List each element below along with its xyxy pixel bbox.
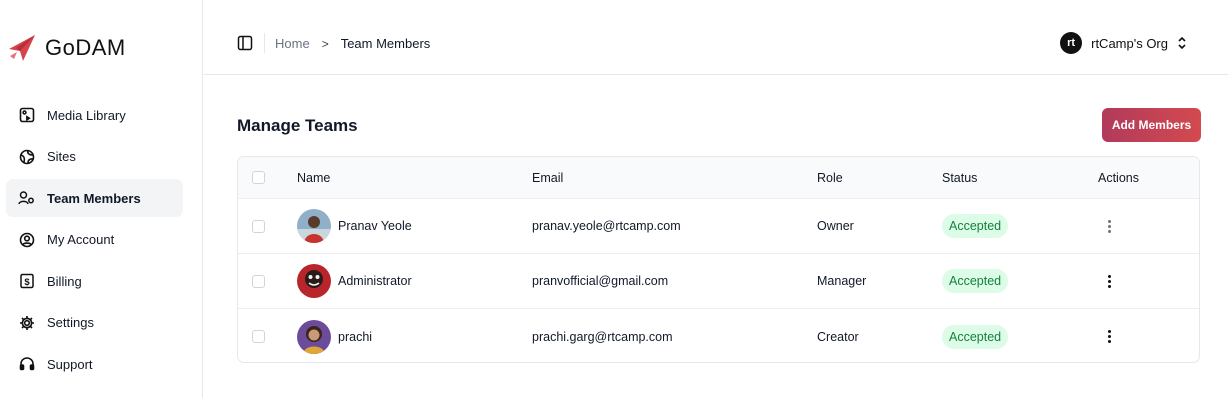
column-header-actions: Actions <box>1098 170 1139 185</box>
sidebar-item-billing[interactable]: $ Billing <box>6 262 183 300</box>
org-avatar: rt <box>1060 32 1083 54</box>
sidebar-item-sites[interactable]: Sites <box>6 138 183 176</box>
brand-logo[interactable]: GoDAM <box>6 32 126 64</box>
sidebar-item-label: Settings <box>47 315 94 330</box>
sidebar-item-my-account[interactable]: My Account <box>6 221 183 259</box>
sidebar-item-support[interactable]: Support <box>6 345 183 383</box>
avatar <box>297 209 331 243</box>
status-badge: Accepted <box>942 324 1009 349</box>
member-role: Creator <box>817 329 859 344</box>
sidebar-item-label: Support <box>47 356 93 372</box>
chevron-up-down-icon <box>1178 36 1186 50</box>
top-bar: Home > Team Members rt rtCamp's Org <box>204 0 1228 75</box>
gear-icon <box>18 314 35 331</box>
sidebar-item-label: Media Library <box>47 107 126 123</box>
table-header: Name Email Role Status Actions <box>238 157 1199 199</box>
member-name: Pranav Yeole <box>338 219 412 233</box>
sidebar-item-label: Team Members <box>47 190 141 206</box>
avatar <box>297 264 331 298</box>
table-row: Administrator pranvofficial@gmail.com Ma… <box>238 254 1199 309</box>
add-members-button[interactable]: Add Members <box>1102 108 1201 142</box>
brand-name: GoDAM <box>45 35 126 60</box>
sidebar-toggle-icon[interactable] <box>237 35 253 51</box>
column-header-email[interactable]: Email <box>532 157 563 198</box>
media-library-icon <box>18 107 35 124</box>
row-checkbox[interactable] <box>252 274 265 288</box>
headset-icon <box>18 356 35 373</box>
sidebar-item-media-library[interactable]: Media Library <box>6 96 183 134</box>
page-title: Manage Teams <box>237 116 358 135</box>
status-badge: Accepted <box>942 214 1009 238</box>
row-checkbox[interactable] <box>252 219 265 233</box>
member-email: pranvofficial@gmail.com <box>532 274 669 288</box>
row-checkbox[interactable] <box>252 330 265 343</box>
users-icon <box>18 190 35 207</box>
org-switcher[interactable]: rt rtCamp's Org <box>1060 32 1188 54</box>
breadcrumb-current: Team Members <box>340 36 431 51</box>
sidebar-item-label: Billing <box>47 273 82 289</box>
globe-icon <box>18 148 35 165</box>
sidebar-item-label: My Account <box>47 232 115 247</box>
table-row: Pranav Yeole pranav.yeole@rtcamp.com Own… <box>238 199 1199 254</box>
breadcrumb-home-link[interactable]: Home <box>275 36 310 51</box>
user-circle-icon <box>18 231 35 248</box>
sidebar-item-label: Sites <box>47 149 76 164</box>
table-row: prachi prachi.garg@rtcamp.com Creator Ac… <box>238 309 1199 362</box>
more-actions-icon[interactable] <box>1102 328 1116 346</box>
column-header-status[interactable]: Status <box>942 157 977 198</box>
member-email: pranav.yeole@rtcamp.com <box>532 219 681 233</box>
dollar-icon: $ <box>18 273 35 290</box>
sidebar-item-settings[interactable]: Settings <box>6 304 183 342</box>
sidebar-item-team-members[interactable]: Team Members <box>6 179 183 217</box>
member-role: Owner <box>817 219 854 233</box>
member-role: Manager <box>817 274 867 288</box>
column-header-role[interactable]: Role <box>817 157 843 198</box>
breadcrumb-separator: > <box>321 36 329 51</box>
more-actions-icon[interactable] <box>1102 272 1116 290</box>
member-name: prachi <box>338 329 373 344</box>
more-actions-icon[interactable] <box>1102 217 1116 235</box>
avatar <box>297 319 331 354</box>
select-all-checkbox[interactable] <box>252 171 265 184</box>
sidebar-nav: Media Library Sites Team Members My Acco… <box>6 96 183 387</box>
member-email: prachi.garg@rtcamp.com <box>532 329 673 344</box>
sidebar: GoDAM Media Library Sites Team Members M… <box>0 0 203 398</box>
divider <box>264 33 265 53</box>
team-members-table: Name Email Role Status Actions Pranav Ye… <box>237 156 1200 363</box>
breadcrumb: Home > Team Members <box>275 36 430 51</box>
column-header-name[interactable]: Name <box>297 157 330 198</box>
status-badge: Accepted <box>942 269 1009 293</box>
org-name: rtCamp's Org <box>1091 35 1168 51</box>
member-name: Administrator <box>338 274 412 288</box>
svg-text:$: $ <box>24 277 30 288</box>
godam-logo-icon <box>9 35 35 61</box>
